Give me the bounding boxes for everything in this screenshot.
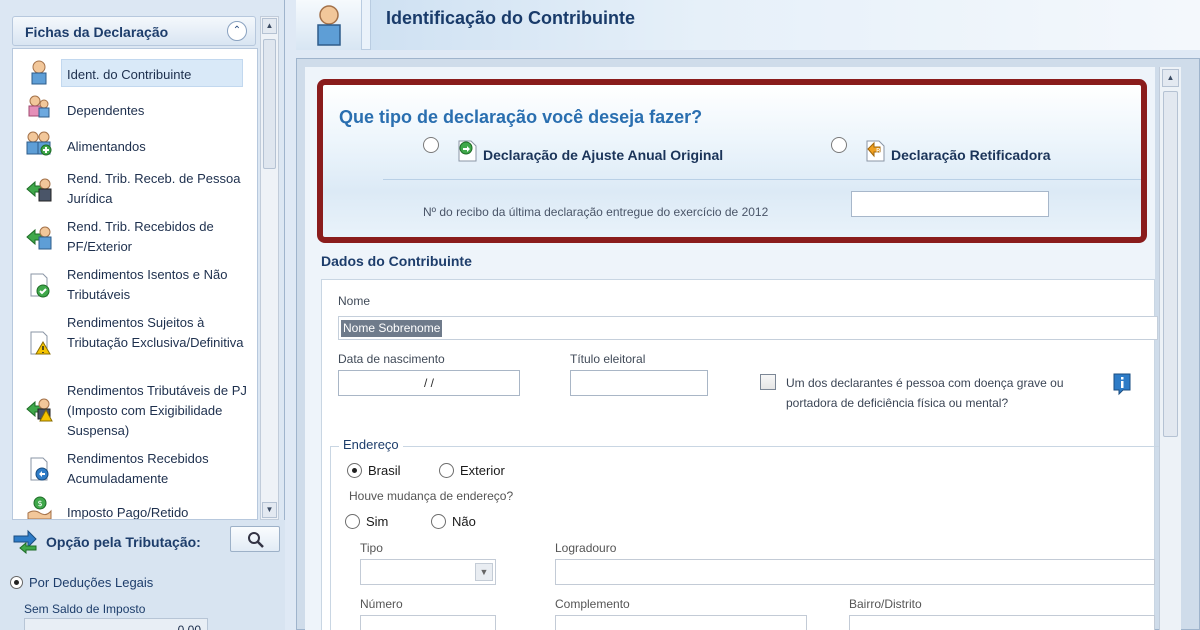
fichas-item-label: Rend. Trib. Recebidos de PF/Exterior xyxy=(67,219,214,254)
sim-label: Sim xyxy=(366,514,389,529)
fichas-item-label: Imposto Pago/Retido xyxy=(67,505,189,520)
endereco-fieldset: Endereço Brasil Exterior Houve mudança d… xyxy=(330,437,1160,630)
nao-radio[interactable]: Não xyxy=(431,514,476,529)
scroll-up-arrow-icon[interactable]: ▲ xyxy=(1162,69,1179,87)
suspended-tax-icon xyxy=(26,398,53,422)
radio-selected-icon[interactable] xyxy=(347,463,362,478)
titulo-eleitoral-label: Título eleitoral xyxy=(570,352,646,366)
fichas-list: Ident. do Contribuinte Dependentes Alime xyxy=(12,48,258,520)
svg-text:$: $ xyxy=(37,499,42,508)
svg-text:R: R xyxy=(876,147,881,155)
dados-contribuinte-title: Dados do Contribuinte xyxy=(321,253,472,269)
fichas-title: Fichas da Declaração xyxy=(25,24,169,40)
declaration-question: Que tipo de declaração você deseja fazer… xyxy=(339,107,703,127)
dados-contribuinte-panel: Nome Nome Sobrenome Data de nascimento /… xyxy=(321,279,1160,630)
fichas-item-label: Rendimentos Recebidos Acumuladamente xyxy=(67,451,209,486)
exempt-income-icon xyxy=(30,273,50,298)
opcao-tributacao-panel: Opção pela Tributação: Por Deduções Lega… xyxy=(0,520,285,630)
nome-value: Nome Sobrenome xyxy=(341,320,443,337)
bairro-label: Bairro/Distrito xyxy=(849,597,922,611)
nascimento-input[interactable]: / / xyxy=(338,370,520,396)
radio-icon[interactable] xyxy=(345,514,360,529)
main-scrollbar[interactable]: ▲ xyxy=(1159,67,1181,630)
swap-arrows-icon xyxy=(13,529,37,554)
search-icon xyxy=(248,532,264,548)
logradouro-label: Logradouro xyxy=(555,541,617,555)
radio-retificadora[interactable] xyxy=(831,137,847,153)
option-retificadora-label: Declaração Retificadora xyxy=(891,147,1051,163)
radio-icon[interactable] xyxy=(439,463,454,478)
retificadora-doc-icon: R xyxy=(866,140,885,162)
doenca-grave-checkbox[interactable] xyxy=(760,374,776,390)
numero-input[interactable] xyxy=(360,615,496,630)
fichas-scrollbar[interactable]: ▲ ▼ xyxy=(260,16,279,520)
brasil-radio[interactable]: Brasil xyxy=(347,463,401,478)
fichas-item-label: Ident. do Contribuinte xyxy=(67,67,192,82)
tipo-label: Tipo xyxy=(360,541,383,555)
nascimento-label: Data de nascimento xyxy=(338,352,445,366)
collapse-chevron-icon[interactable]: ⌃ xyxy=(227,21,247,41)
complemento-input[interactable] xyxy=(555,615,807,630)
person-icon xyxy=(31,60,47,85)
bairro-input[interactable] xyxy=(849,615,1155,630)
main-frame: Que tipo de declaração você deseja fazer… xyxy=(296,58,1200,630)
page-header: Identificação do Contribuinte xyxy=(296,0,1200,50)
scroll-thumb[interactable] xyxy=(1163,91,1178,437)
saldo-value: 0,00 xyxy=(24,618,208,630)
recibo-input[interactable] xyxy=(851,191,1049,217)
recibo-label: Nº do recibo da última declaração entreg… xyxy=(423,205,769,219)
fichas-header: Fichas da Declaração ⌃ xyxy=(12,16,256,46)
left-panel: Fichas da Declaração ⌃ Ident. do Contrib… xyxy=(0,0,285,630)
warning-doc-icon xyxy=(30,331,51,355)
numero-label: Número xyxy=(360,597,403,611)
brasil-label: Brasil xyxy=(368,463,401,478)
radio-original[interactable] xyxy=(423,137,439,153)
mudanca-label: Houve mudança de endereço? xyxy=(349,489,514,503)
radio-selected-icon[interactable] xyxy=(10,576,23,589)
dependents-icon xyxy=(28,95,50,118)
original-doc-icon xyxy=(458,140,477,162)
opcao-title: Opção pela Tributação: xyxy=(46,534,201,550)
saldo-label: Sem Saldo de Imposto xyxy=(24,602,146,616)
income-pj-icon xyxy=(26,178,52,202)
scroll-up-arrow-icon[interactable]: ▲ xyxy=(262,18,277,34)
fichas-item-label: Dependentes xyxy=(67,103,145,118)
radio-icon[interactable] xyxy=(431,514,446,529)
search-button[interactable] xyxy=(230,526,280,552)
opcao-deducoes-radio[interactable]: Por Deduções Legais xyxy=(10,575,153,590)
tax-paid-icon: $ xyxy=(27,496,52,519)
exterior-label: Exterior xyxy=(460,463,505,478)
info-icon[interactable] xyxy=(1112,372,1132,396)
scroll-thumb[interactable] xyxy=(263,39,276,169)
chevron-down-icon[interactable]: ▼ xyxy=(475,563,493,581)
scroll-down-arrow-icon[interactable]: ▼ xyxy=(262,502,277,518)
exterior-radio[interactable]: Exterior xyxy=(439,463,505,478)
declaration-type-box: Que tipo de declaração você deseja fazer… xyxy=(317,79,1147,243)
page-title: Identificação do Contribuinte xyxy=(386,8,636,28)
nome-label: Nome xyxy=(338,294,371,308)
fichas-item-label: Rendimentos Sujeitos à Tributação Exclus… xyxy=(67,315,244,350)
content-area: Que tipo de declaração você deseja fazer… xyxy=(305,67,1160,630)
endereco-legend: Endereço xyxy=(339,437,403,452)
nao-label: Não xyxy=(452,514,476,529)
fichas-item-label: Rendimentos Isentos e Não Tributáveis xyxy=(67,267,228,302)
sim-radio[interactable]: Sim xyxy=(345,514,388,529)
fichas-item-label: Alimentandos xyxy=(67,139,146,154)
divider xyxy=(383,179,1141,180)
opcao-option-label: Por Deduções Legais xyxy=(29,575,154,590)
income-pf-icon xyxy=(26,226,52,250)
titulo-eleitoral-input[interactable] xyxy=(570,370,708,396)
logradouro-input[interactable] xyxy=(555,559,1155,585)
alimentandos-icon xyxy=(26,131,52,156)
complemento-label: Complemento xyxy=(555,597,630,611)
nome-input[interactable]: Nome Sobrenome xyxy=(338,316,1158,340)
option-original-label: Declaração de Ajuste Anual Original xyxy=(483,147,724,163)
doenca-grave-label: Um dos declarantes é pessoa com doença g… xyxy=(786,376,1064,410)
tipo-select[interactable]: ▼ xyxy=(360,559,496,585)
fichas-item-label: Rend. Trib. Receb. de Pessoa Jurídica xyxy=(67,171,241,206)
person-icon xyxy=(317,5,341,46)
accumulated-income-icon xyxy=(30,457,49,481)
fichas-item-label: Rendimentos Tributáveis de PJ (Imposto c… xyxy=(67,383,247,438)
header-icon-box xyxy=(296,0,362,50)
